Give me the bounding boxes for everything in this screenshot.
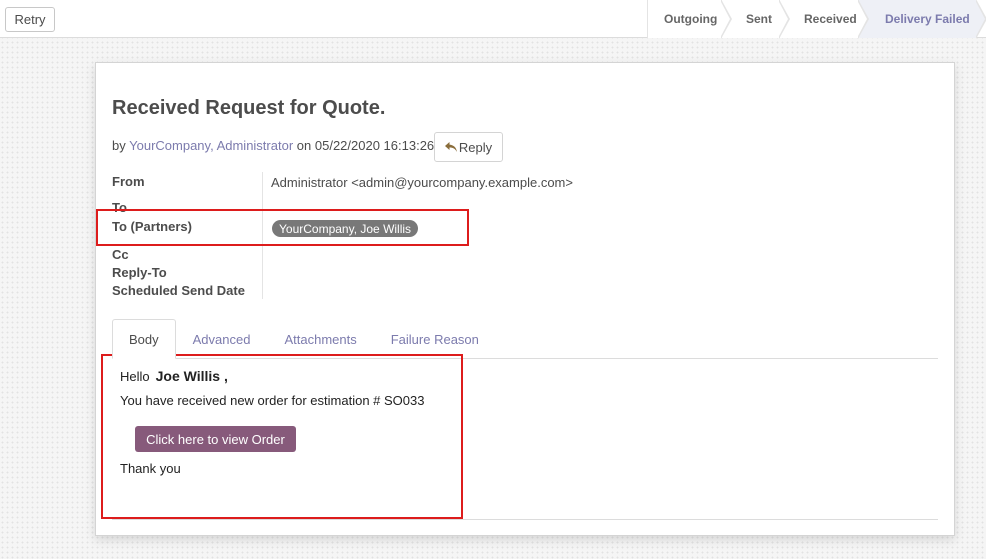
mail-form-sheet: Received Request for Quote. by YourCompa… [95,62,955,536]
notebook-tabs: Body Advanced Attachments Failure Reason [112,319,496,359]
scheduled-send-date-label: Scheduled Send Date [112,283,245,298]
stage-arrow [857,0,869,39]
from-value[interactable]: Administrator <admin@yourcompany.example… [271,175,573,190]
tab-advanced[interactable]: Advanced [176,319,268,359]
stage-arrow [975,0,986,39]
message-byline: by YourCompany, Administrator on 05/22/2… [112,138,434,153]
tab-failure-reason[interactable]: Failure Reason [374,319,496,359]
by-prefix: by [112,138,126,153]
from-label: From [112,174,145,189]
tab-attachments[interactable]: Attachments [267,319,373,359]
stage-arrow [778,0,790,39]
partners-highlight-box [96,209,469,246]
reply-button[interactable]: Reply [434,132,503,162]
stage-arrow [720,0,732,39]
reply-icon [444,142,457,152]
body-bottom-divider [112,519,938,520]
body-highlight-box [101,354,463,519]
tab-body[interactable]: Body [112,319,176,359]
on-word: on [296,138,312,153]
cc-label: Cc [112,247,129,262]
author-link[interactable]: YourCompany, Administrator [129,138,293,153]
reply-label: Reply [458,139,493,155]
stage-outgoing-label: Outgoing [664,12,718,26]
stage-delivery-failed-label: Delivery Failed [885,12,970,26]
stage-delivery-failed[interactable]: Delivery Failed [858,0,986,39]
statusbar: Retry Outgoing Sent Received Delivery Fa… [0,0,986,39]
reply-to-label: Reply-To [112,265,167,280]
stage-outgoing[interactable]: Outgoing [647,0,732,39]
stage-received[interactable]: Received [779,0,869,39]
retry-button[interactable]: Retry [5,7,55,32]
message-date: 05/22/2020 16:13:26 [314,138,435,153]
stage-received-label: Received [804,12,857,26]
message-subject: Received Request for Quote. [112,97,386,119]
stage-sent-label: Sent [746,12,773,26]
stage-pipeline: Outgoing Sent Received Delivery Failed [647,0,986,39]
